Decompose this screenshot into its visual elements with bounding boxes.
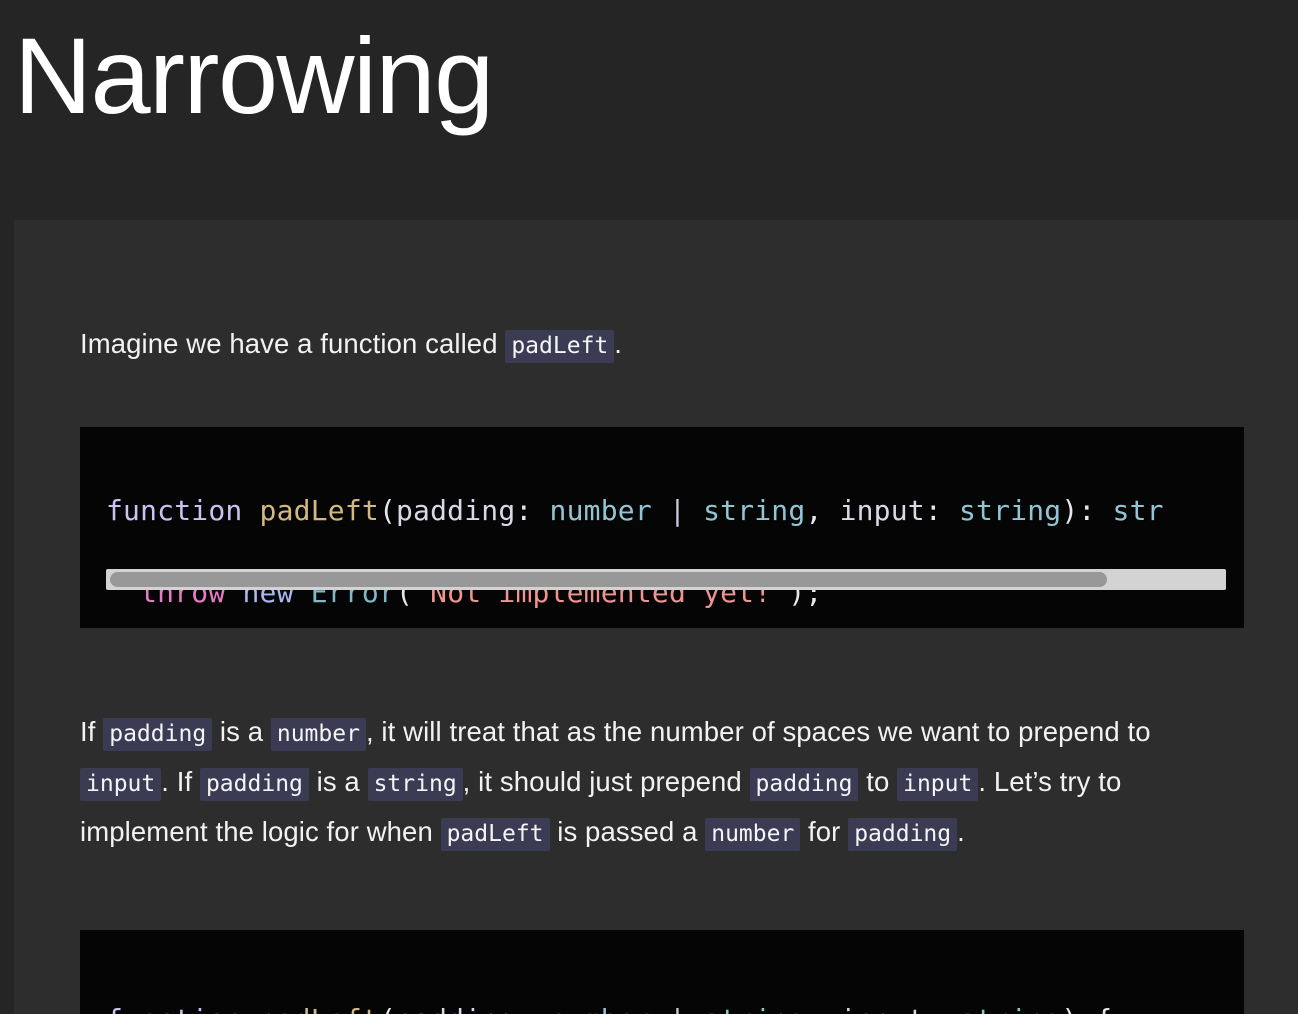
inline-code-padding: padding bbox=[103, 718, 213, 751]
paragraph-text: is a bbox=[308, 766, 368, 797]
page-header: Narrowing bbox=[0, 0, 1298, 220]
token-comma: , bbox=[805, 1003, 839, 1014]
paragraph-text: . bbox=[957, 816, 965, 847]
inline-code-padleft: padLeft bbox=[440, 818, 550, 851]
inline-code-string: string bbox=[367, 768, 463, 801]
content-inner: Imagine we have a function called padLef… bbox=[14, 220, 1298, 1014]
content-panel: Imagine we have a function called padLef… bbox=[14, 220, 1298, 1014]
paragraph-text: , it will treat that as the number of sp… bbox=[365, 716, 1151, 747]
paragraph-text: If bbox=[80, 716, 104, 747]
token-keyword-function: function bbox=[106, 1003, 242, 1014]
paragraph-text: Imagine we have a function called bbox=[80, 328, 506, 359]
token-paren-close: ) bbox=[1061, 494, 1079, 527]
code-block-horizontal-scrollbar[interactable] bbox=[106, 569, 1226, 590]
code-lines: function padLeft(padding: number | strin… bbox=[80, 449, 1244, 628]
token-param-input: input bbox=[839, 494, 925, 527]
token-colon: : bbox=[1078, 494, 1113, 527]
paragraph-intro: Imagine we have a function called padLef… bbox=[80, 320, 1200, 370]
token-param-input: input bbox=[840, 1003, 925, 1014]
inline-code-input: input bbox=[897, 768, 979, 801]
token-paren-close: ) bbox=[1061, 1003, 1078, 1014]
code-block-padleft-throw[interactable]: function padLeft(padding: number | strin… bbox=[80, 427, 1244, 628]
paragraph-text: . If bbox=[161, 766, 200, 797]
inline-code-padding: padding bbox=[749, 768, 859, 801]
inline-code-padding: padding bbox=[848, 818, 958, 851]
inline-code-input: input bbox=[80, 768, 162, 801]
token-function-name: padLeft bbox=[259, 494, 379, 527]
page-title: Narrowing bbox=[14, 15, 494, 136]
token-comma: , bbox=[805, 494, 840, 527]
scrollbar-thumb[interactable] bbox=[110, 572, 1107, 587]
paragraph-text: for bbox=[800, 816, 849, 847]
token-type-string: string bbox=[703, 494, 806, 527]
token-param-padding: padding bbox=[396, 494, 516, 527]
paragraph-text: to bbox=[858, 766, 898, 797]
token-type-string: string bbox=[703, 1003, 805, 1014]
token-type-string: string bbox=[959, 1003, 1061, 1014]
token-keyword-function: function bbox=[106, 494, 243, 527]
paragraph-text: is a bbox=[212, 716, 271, 747]
token-function-name: padLeft bbox=[260, 1003, 379, 1014]
token-colon: : bbox=[515, 1003, 549, 1014]
inline-code-padding: padding bbox=[199, 768, 309, 801]
token-paren-open: ( bbox=[379, 1003, 396, 1014]
token-type-number: number bbox=[550, 1003, 652, 1014]
token-brace-open: { bbox=[1078, 1003, 1112, 1014]
token-type-string: string bbox=[958, 494, 1062, 527]
token-union-pipe: | bbox=[652, 1003, 703, 1014]
token-union-pipe: | bbox=[651, 494, 704, 527]
code-line-1: function padLeft(padding: number | strin… bbox=[106, 999, 1244, 1014]
paragraph-explanation: If padding is a number, it will treat th… bbox=[80, 708, 1200, 858]
inline-code-number: number bbox=[270, 718, 366, 751]
code-lines: function padLeft(padding: number | strin… bbox=[80, 958, 1244, 1014]
paragraph-text: , it should just prepend bbox=[462, 766, 750, 797]
code-block-padleft-impl[interactable]: function padLeft(padding: number | strin… bbox=[80, 930, 1244, 1014]
token-colon: : bbox=[925, 1003, 959, 1014]
code-line-1: function padLeft(padding: number | strin… bbox=[106, 490, 1244, 531]
token-colon: : bbox=[924, 494, 959, 527]
token-param-padding: padding bbox=[396, 1003, 515, 1014]
token-return-type: str bbox=[1112, 494, 1164, 527]
inline-code-number: number bbox=[705, 818, 801, 851]
inline-code-padleft: padLeft bbox=[505, 330, 615, 363]
token-colon: : bbox=[515, 494, 550, 527]
token-paren-open: ( bbox=[378, 494, 396, 527]
token-type-number: number bbox=[549, 494, 652, 527]
paragraph-text: is passed a bbox=[549, 816, 706, 847]
paragraph-text: . bbox=[614, 328, 623, 359]
